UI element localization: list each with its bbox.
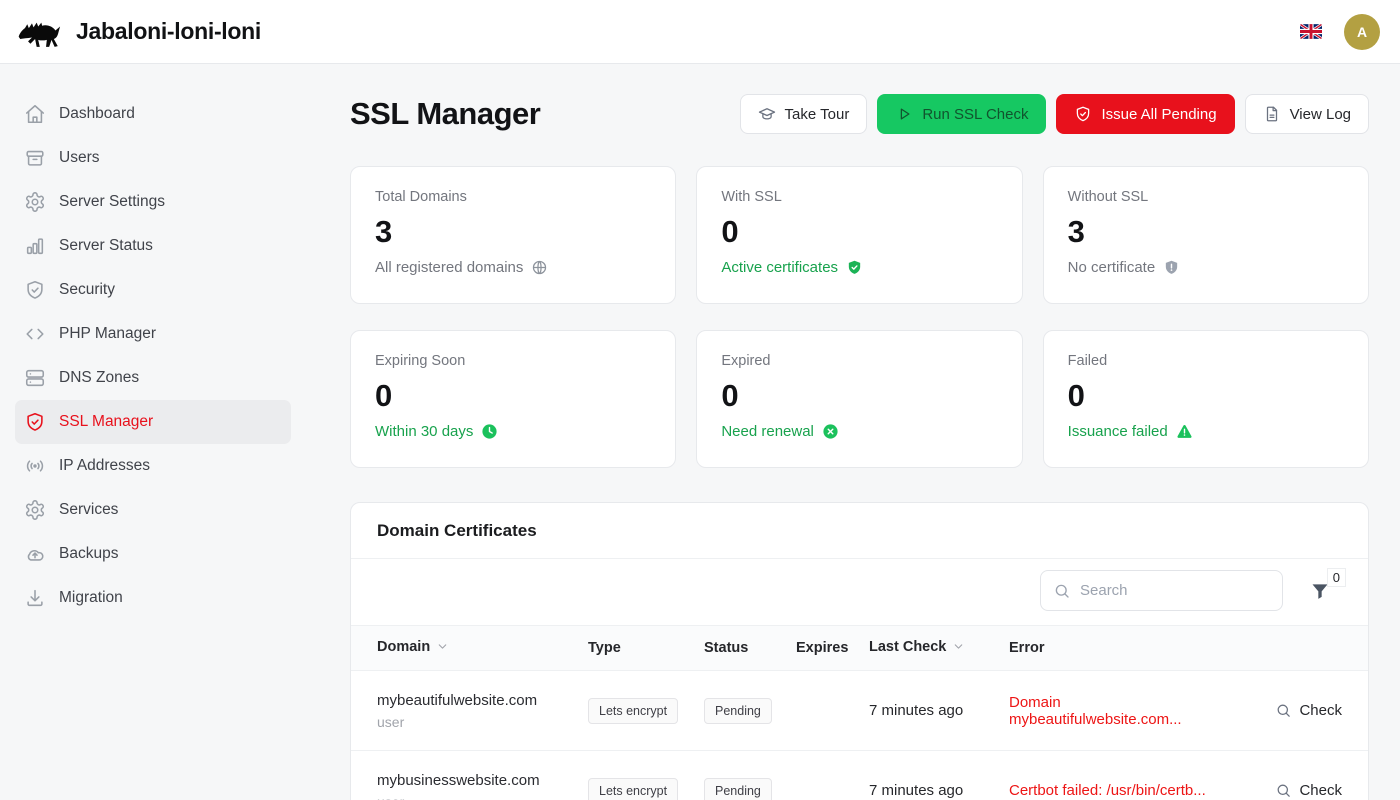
broadcast-icon [24,455,46,477]
warning-triangle-icon [1176,423,1193,440]
sidebar-item-ip-addresses[interactable]: IP Addresses [15,444,291,488]
document-icon [1263,105,1281,123]
table-row: mybeautifulwebsite.com user Lets encrypt… [351,671,1368,751]
sidebar-item-ssl-manager[interactable]: SSL Manager [15,400,291,444]
sidebar-item-server-status[interactable]: Server Status [15,224,291,268]
column-header-expires[interactable]: Expires [796,626,869,671]
domain-user: user [377,714,588,730]
column-header-type[interactable]: Type [588,626,704,671]
stat-card-total-domains: Total Domains 3 All registered domains [350,166,676,304]
domain-name: mybeautifulwebsite.com [377,692,588,709]
table-header-row: Domain Type Status Expires Last Check Er… [351,626,1368,671]
shield-check-icon [1074,105,1092,123]
sidebar-item-migration[interactable]: Migration [15,576,291,620]
play-icon [895,105,913,123]
column-header-error[interactable]: Error [1009,626,1228,671]
expires-cell [796,671,869,751]
filter-count-badge: 0 [1327,568,1346,587]
code-icon [24,323,46,345]
stat-card-failed: Failed 0 Issuance failed [1043,330,1369,468]
domain-certificates-panel: Domain Certificates 0 [350,502,1369,800]
sidebar-item-php-manager[interactable]: PHP Manager [15,312,291,356]
page-title: SSL Manager [350,96,540,132]
shield-check-icon [24,279,46,301]
stat-cards: Total Domains 3 All registered domains W… [350,166,1369,468]
stat-card-expired: Expired 0 Need renewal [696,330,1022,468]
search-input[interactable] [1080,582,1270,599]
type-badge: Lets encrypt [588,778,678,800]
graduation-cap-icon [758,105,776,123]
shield-alert-icon [1163,259,1180,276]
sidebar: Dashboard Users Server Settings Server S… [0,64,306,800]
column-header-domain[interactable]: Domain [351,626,588,671]
error-message: Certbot failed: /usr/bin/certb... [1009,782,1206,799]
box-icon [24,147,46,169]
sidebar-item-security[interactable]: Security [15,268,291,312]
check-button[interactable]: Check [1228,782,1368,799]
search-icon [1053,582,1071,600]
last-check-cell: 7 minutes ago [869,751,1009,800]
status-badge: Pending [704,778,772,800]
gear-icon [24,499,46,521]
type-badge: Lets encrypt [588,698,678,724]
column-header-status[interactable]: Status [704,626,796,671]
panel-title: Domain Certificates [351,503,1368,559]
language-flag-icon[interactable] [1300,24,1322,39]
last-check-cell: 7 minutes ago [869,671,1009,751]
main-content: SSL Manager Take Tour Run SSL Check Issu… [306,64,1400,800]
sidebar-item-services[interactable]: Services [15,488,291,532]
sidebar-item-server-settings[interactable]: Server Settings [15,180,291,224]
download-icon [24,587,46,609]
sidebar-item-backups[interactable]: Backups [15,532,291,576]
chevron-down-icon [952,640,965,657]
clock-icon [481,423,498,440]
sidebar-item-dns-zones[interactable]: DNS Zones [15,356,291,400]
view-log-button[interactable]: View Log [1245,94,1369,134]
column-header-last-check[interactable]: Last Check [869,626,1009,671]
stat-card-expiring-soon: Expiring Soon 0 Within 30 days [350,330,676,468]
search-icon [1275,702,1292,719]
expires-cell [796,751,869,800]
boar-logo-icon [14,13,66,51]
topbar: Jabaloni-loni-loni A [0,0,1400,64]
stat-card-with-ssl: With SSL 0 Active certificates [696,166,1022,304]
gear-icon [24,191,46,213]
table-row: mybusinesswebsite.com user Lets encrypt … [351,751,1368,800]
domain-name: mybusinesswebsite.com [377,772,588,789]
issue-all-pending-button[interactable]: Issue All Pending [1056,94,1234,134]
check-button[interactable]: Check [1228,702,1368,719]
x-circle-icon [822,423,839,440]
take-tour-button[interactable]: Take Tour [740,94,868,134]
status-badge: Pending [704,698,772,724]
home-icon [24,103,46,125]
search-box[interactable] [1040,570,1283,611]
shield-check-icon [24,411,46,433]
error-message: Domain mybeautifulwebsite.com... [1009,694,1182,728]
certificates-table: Domain Type Status Expires Last Check Er… [351,625,1368,800]
filter-button[interactable]: 0 [1310,581,1330,601]
user-avatar[interactable]: A [1344,14,1380,50]
stat-card-without-ssl: Without SSL 3 No certificate [1043,166,1369,304]
brand-title: Jabaloni-loni-loni [76,18,261,45]
search-icon [1275,782,1292,799]
domain-user: user [377,794,588,800]
column-header-actions [1228,626,1368,671]
run-ssl-check-button[interactable]: Run SSL Check [877,94,1046,134]
chevron-down-icon [436,640,449,657]
globe-icon [531,259,548,276]
server-stack-icon [24,367,46,389]
cloud-upload-icon [24,543,46,565]
shield-check-badge-icon [846,259,863,276]
sidebar-item-dashboard[interactable]: Dashboard [15,92,291,136]
bar-chart-icon [24,235,46,257]
sidebar-item-users[interactable]: Users [15,136,291,180]
